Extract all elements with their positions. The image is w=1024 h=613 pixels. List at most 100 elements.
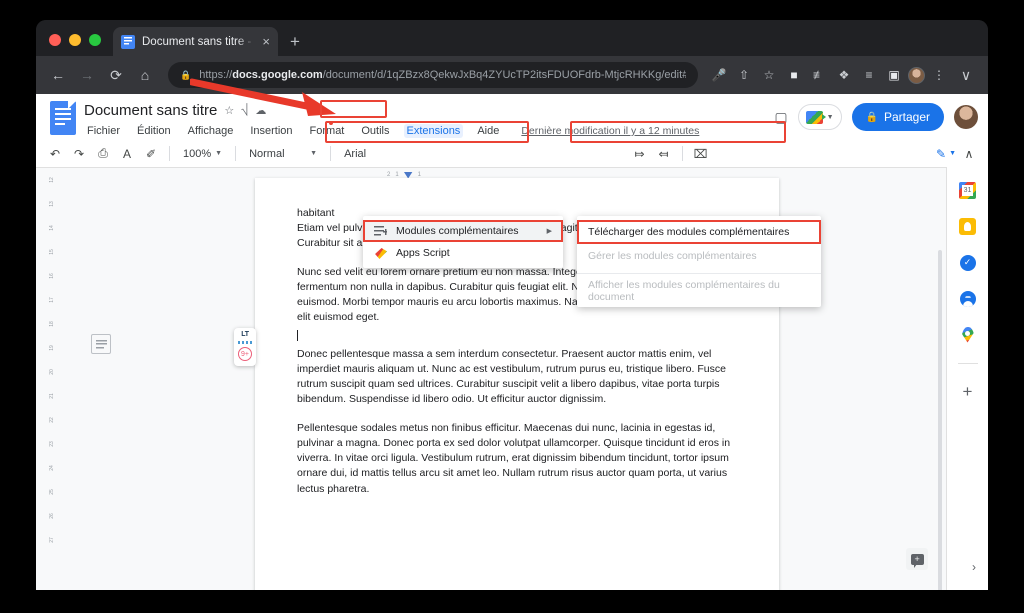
shield-extension-icon[interactable]: ■	[783, 64, 805, 86]
tab-strip: Document sans titre - Google D × +	[36, 20, 988, 56]
google-keep-icon[interactable]	[958, 217, 977, 236]
profile-avatar[interactable]	[908, 66, 925, 84]
spellcheck-icon[interactable]: A	[116, 143, 138, 165]
submenu-item-gerer: Gérer les modules complémentaires	[577, 244, 821, 268]
redo-icon[interactable]: ↷	[68, 143, 90, 165]
print-icon[interactable]: ⎙	[92, 143, 114, 165]
docs-header: Document sans titre ☆ ⎷ ☁ Fichier Éditio…	[36, 94, 988, 138]
menu-affichage[interactable]: Affichage	[185, 124, 237, 138]
add-comment-button[interactable]: +	[906, 548, 928, 570]
puzzle-extension-icon[interactable]: ❖	[833, 64, 855, 86]
ruler-tick: 17	[49, 297, 55, 303]
menu-edition[interactable]: Édition	[134, 124, 174, 138]
window-chevron-icon[interactable]: ∨	[953, 62, 979, 88]
submenu-item-label: Télécharger des modules complémentaires	[588, 226, 790, 238]
zoom-select[interactable]: 100% ▼	[177, 148, 228, 160]
share-button-label: Partager	[883, 110, 930, 124]
star-icon[interactable]: ☆	[758, 64, 780, 86]
minimize-window-button[interactable]	[69, 34, 81, 46]
menu-outils[interactable]: Outils	[358, 124, 392, 138]
url-path: /document/d/1qZBzx8QekwJxBq4ZYUcTP2itsFD…	[322, 69, 686, 81]
browser-toolbar-icons: 🎤 ⇧ ☆ ■ ≢ ❖ ≡ ▣ ⋮	[708, 64, 950, 86]
add-app-button[interactable]: +	[963, 383, 973, 400]
paragraph-style-select[interactable]: Normal ▼	[243, 148, 323, 160]
menu-item-apps-script[interactable]: Apps Script	[363, 242, 563, 264]
meet-button[interactable]: ▼	[797, 104, 842, 130]
pencil-icon: ✎	[936, 146, 947, 161]
menu-format[interactable]: Format	[307, 124, 348, 138]
share-button[interactable]: 🔒 Partager	[851, 103, 944, 131]
home-icon[interactable]: ⌂	[132, 62, 158, 88]
browser-window: Document sans titre - Google D × + ← → ⟳…	[36, 20, 988, 590]
vertical-ruler[interactable]: 12 13 14 15 16 17 18 19 20 21 22 23 24 2…	[46, 168, 58, 590]
document-outline-toggle[interactable]	[91, 334, 111, 354]
google-maps-icon[interactable]	[958, 325, 977, 344]
font-select[interactable]: Arial	[338, 148, 404, 160]
paragraph: Donec pellentesque massa a sem interdum …	[297, 347, 726, 406]
expand-side-panel-icon[interactable]: ›	[972, 560, 976, 574]
menu-item-modules-complementaires[interactable]: Modules complémentaires ▶	[363, 220, 563, 242]
new-tab-button[interactable]: +	[290, 33, 300, 50]
kebab-menu-icon[interactable]: ⋮	[928, 64, 950, 86]
menu-fichier[interactable]: Fichier	[84, 124, 123, 138]
increase-indent-icon[interactable]: ⤆	[653, 143, 675, 165]
lock-icon: 🔒	[865, 111, 878, 123]
side-panel-divider	[957, 363, 978, 364]
close-tab-icon[interactable]: ×	[262, 35, 270, 48]
docs-title-block: Document sans titre ☆ ⎷ ☁ Fichier Éditio…	[84, 99, 774, 140]
zoom-value: 100%	[183, 147, 212, 160]
side-panel-icon[interactable]: ▣	[883, 64, 905, 86]
forward-icon[interactable]: →	[74, 62, 100, 88]
menu-extensions[interactable]: Extensions	[403, 124, 464, 138]
google-calendar-icon[interactable]: 31	[958, 181, 977, 200]
ruler-tick: 26	[49, 513, 55, 519]
menu-item-label: Apps Script	[396, 247, 450, 259]
readinglist-extension-icon[interactable]: ≡	[858, 64, 880, 86]
languagetool-extension-icon[interactable]: ≢	[808, 64, 830, 86]
chevron-down-icon: ▼	[826, 113, 834, 121]
document-scrollbar[interactable]	[938, 250, 942, 590]
window-traffic-lights	[36, 34, 113, 56]
ruler-tick: 13	[49, 201, 55, 207]
browser-tab[interactable]: Document sans titre - Google D ×	[113, 27, 278, 56]
ruler-tick: 27	[49, 537, 55, 543]
submenu-item-label: Afficher les modules complémentaires du …	[588, 279, 780, 303]
languagetool-issue-count-badge[interactable]: 9+	[238, 347, 252, 361]
close-window-button[interactable]	[49, 34, 61, 46]
reload-icon[interactable]: ⟳	[103, 62, 129, 88]
ruler-tick: 18	[49, 321, 55, 327]
red-arrow-annotation	[190, 78, 336, 116]
maximize-window-button[interactable]	[89, 34, 101, 46]
user-avatar[interactable]	[954, 105, 978, 129]
ruler-tick: 20	[49, 369, 55, 375]
decrease-indent-icon[interactable]: ⤇	[629, 143, 651, 165]
ruler-tick: 15	[49, 249, 55, 255]
mic-icon[interactable]: 🎤	[708, 64, 730, 86]
share-icon[interactable]: ⇧	[733, 64, 755, 86]
undo-icon[interactable]: ↶	[44, 143, 66, 165]
ruler-tick: 19	[49, 345, 55, 351]
languagetool-widget[interactable]: LT 9+	[234, 328, 256, 366]
paragraph: Pellentesque sodales metus non finibus e…	[297, 421, 731, 495]
submenu-divider	[577, 273, 821, 274]
extensions-dropdown-menu: Modules complémentaires ▶ Apps Script	[363, 216, 563, 268]
google-contacts-icon[interactable]	[958, 289, 977, 308]
submenu-item-afficher: Afficher les modules complémentaires du …	[577, 279, 821, 303]
tab-title: Document sans titre - Google D	[142, 35, 255, 48]
menu-insertion[interactable]: Insertion	[247, 124, 295, 138]
last-modification-label[interactable]: Dernière modification il y a 12 minutes	[521, 125, 699, 137]
submenu-item-telecharger[interactable]: Télécharger des modules complémentaires	[577, 220, 821, 244]
collapse-toolbar-icon[interactable]: ∧	[958, 143, 980, 165]
back-icon[interactable]: ←	[45, 62, 71, 88]
comment-history-icon[interactable]: ▢	[774, 109, 787, 126]
addons-submenu: Télécharger des modules complémentaires …	[577, 216, 821, 307]
google-tasks-icon[interactable]: ✓	[958, 253, 977, 272]
browser-navigation-bar: ← → ⟳ ⌂ 🔒 https://docs.google.com/docume…	[36, 56, 988, 94]
docs-header-actions: ▢ ▼ 🔒 Partager	[774, 99, 978, 131]
clear-formatting-icon[interactable]: ⌧	[690, 143, 712, 165]
menu-aide[interactable]: Aide	[474, 124, 502, 138]
edit-mode-button[interactable]: ✎ ▼	[936, 147, 956, 161]
paint-format-icon[interactable]: ✐	[140, 143, 162, 165]
google-side-panel: 31 ✓ + ›	[946, 167, 988, 590]
text-cursor	[297, 329, 737, 344]
